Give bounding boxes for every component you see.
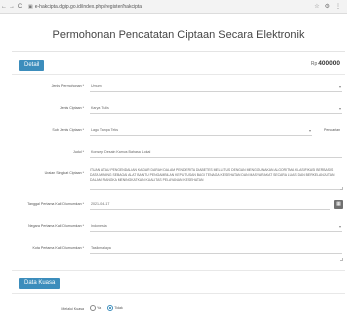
currency-label: Rp	[310, 61, 318, 67]
radio-tidak[interactable]: Tidak	[107, 305, 123, 311]
radio-tidak-label: Tidak	[114, 306, 123, 310]
detail-divider	[12, 74, 345, 75]
value-sub-jenis-ciptaan: Lagu Tanpa Teks	[91, 128, 119, 132]
calendar-icon[interactable]: ▦	[334, 200, 343, 209]
label-uraian: Uraian Singkat Ciptaan *	[44, 171, 84, 175]
star-icon[interactable]: ☆	[314, 3, 319, 10]
chevron-down-icon: ▾	[338, 84, 341, 89]
chevron-down-icon: ▾	[308, 128, 311, 133]
input-judul[interactable]: Konsep Desain Kamus Bahasa Lokal	[90, 148, 342, 158]
pencarian-button[interactable]: Pencarian	[324, 128, 340, 132]
lock-icon: ▣	[28, 3, 33, 10]
chevron-down-icon: ▾	[338, 224, 341, 229]
total-fee: Rp400000	[311, 60, 340, 67]
label-negara: Negara Pertama Kali Diumumkan *	[28, 224, 84, 228]
back-icon[interactable]: ←	[0, 4, 8, 10]
value-tanggal: 2021-04-17	[91, 202, 110, 206]
reload-icon[interactable]: C	[16, 4, 24, 10]
label-kota: Kota Pertama Kali Diumumkan *	[32, 246, 84, 250]
radio-ya-label: Ya	[97, 306, 102, 310]
value-jenis-permohonan: Umum	[91, 84, 102, 88]
textarea-uraian[interactable]: ITUAN ATAU PENGENDALIAN KADAR DARAH DALA…	[90, 168, 342, 190]
label-jenis-permohonan: Jenis Permohonan *	[51, 84, 84, 88]
radio-ya[interactable]: Ya	[90, 305, 101, 311]
label-kuasa: Melalui Kuasa	[61, 307, 84, 311]
kuasa-radio-group: Ya Tidak	[90, 305, 123, 311]
value-judul: Konsep Desain Kamus Bahasa Lokal	[91, 150, 151, 154]
label-tanggal: Tanggal Pertama Kali Diumumkan *	[27, 202, 84, 206]
select-sub-jenis-ciptaan[interactable]: Lagu Tanpa Teks ▾	[90, 126, 312, 136]
address-bar[interactable]: ▣ e-hakcipta.dgip.go.id/index.php/registe…	[28, 4, 314, 10]
select-jenis-permohonan[interactable]: Umum ▾	[90, 82, 342, 92]
value-kota: Tasikmalaya	[91, 246, 111, 250]
input-tanggal[interactable]: 2021-04-17	[90, 200, 330, 210]
extension-icon[interactable]: ⚙	[325, 3, 330, 10]
radio-ya-circle[interactable]	[90, 305, 96, 311]
page-title: Permohonan Pencatatan Ciptaan Secara Ele…	[52, 29, 305, 41]
radio-tidak-circle[interactable]	[107, 305, 114, 311]
detail-section-badge: Detail	[19, 60, 45, 71]
resize-handle[interactable]	[340, 258, 343, 261]
total-amount: 400000	[318, 60, 340, 67]
label-judul: Judul *	[73, 150, 84, 154]
resize-handle[interactable]	[340, 187, 343, 190]
address-text: e-hakcipta.dgip.go.id/index.php/register…	[34, 3, 143, 10]
select-negara[interactable]: Indonesia ▾	[90, 222, 342, 232]
section-divider	[12, 270, 345, 271]
label-sub-jenis-ciptaan: Sub Jenis Ciptaan *	[52, 128, 84, 132]
data-kuasa-badge: Data Kuasa	[19, 278, 61, 289]
menu-icon[interactable]: ⋮	[335, 3, 341, 10]
chevron-down-icon: ▾	[338, 106, 341, 111]
form-page: Permohonan Pencatatan Ciptaan Secara Ele…	[12, 16, 345, 319]
header-divider	[12, 51, 345, 52]
input-kota[interactable]: Tasikmalaya	[90, 244, 342, 254]
value-negara: Indonesia	[91, 224, 107, 228]
browser-toolbar: ← → C ▣ e-hakcipta.dgip.go.id/index.php/r…	[0, 0, 347, 14]
select-jenis-ciptaan[interactable]: Karya Tulis ▾	[90, 104, 342, 114]
label-jenis-ciptaan: Jenis Ciptaan *	[59, 106, 84, 110]
value-jenis-ciptaan: Karya Tulis	[91, 106, 109, 110]
kuasa-divider	[12, 293, 345, 294]
forward-icon[interactable]: →	[8, 4, 16, 10]
